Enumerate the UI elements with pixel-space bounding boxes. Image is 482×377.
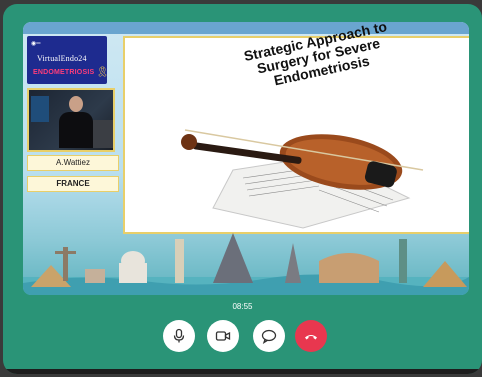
landmarks-skyline bbox=[23, 233, 469, 295]
hang-up-icon bbox=[305, 335, 317, 340]
microphone-button[interactable] bbox=[163, 320, 195, 352]
hang-up-button[interactable] bbox=[295, 320, 327, 352]
speaker-country: FRANCE bbox=[27, 176, 119, 192]
logo-title: VirtualEndo24 bbox=[37, 54, 87, 63]
speaker-name: A.Wattiez bbox=[27, 155, 119, 171]
lectern bbox=[93, 120, 113, 148]
chat-button[interactable] bbox=[253, 320, 285, 352]
window-bottom-edge bbox=[3, 369, 482, 374]
speaker-head bbox=[69, 96, 83, 112]
call-controls bbox=[3, 320, 482, 354]
microphone-icon bbox=[173, 328, 185, 343]
background-screen bbox=[31, 96, 49, 122]
call-timer: 08:55 bbox=[232, 302, 253, 311]
camera-icon bbox=[215, 331, 231, 341]
violin-sheet-music-icon bbox=[181, 129, 424, 229]
speaker-video bbox=[27, 88, 115, 152]
logo-subtitle: ENDOMETRIOSIS bbox=[33, 69, 95, 76]
camera-button[interactable] bbox=[207, 320, 239, 352]
awareness-ribbon-icon: 🎗 bbox=[96, 67, 109, 78]
conference-logo: ◉═ VirtualEndo24 ENDOMETRIOSIS 🎗 bbox=[27, 36, 109, 84]
chat-icon bbox=[261, 329, 277, 344]
video-call-window: ◉═ VirtualEndo24 ENDOMETRIOSIS 🎗 A.Watti… bbox=[3, 4, 482, 374]
logo-mark-icon: ◉═ bbox=[31, 41, 41, 47]
presentation-slide: Strategic Approach to Surgery for Severe… bbox=[123, 22, 469, 234]
shared-screen: ◉═ VirtualEndo24 ENDOMETRIOSIS 🎗 A.Watti… bbox=[23, 22, 469, 295]
speaker-body bbox=[59, 112, 93, 148]
